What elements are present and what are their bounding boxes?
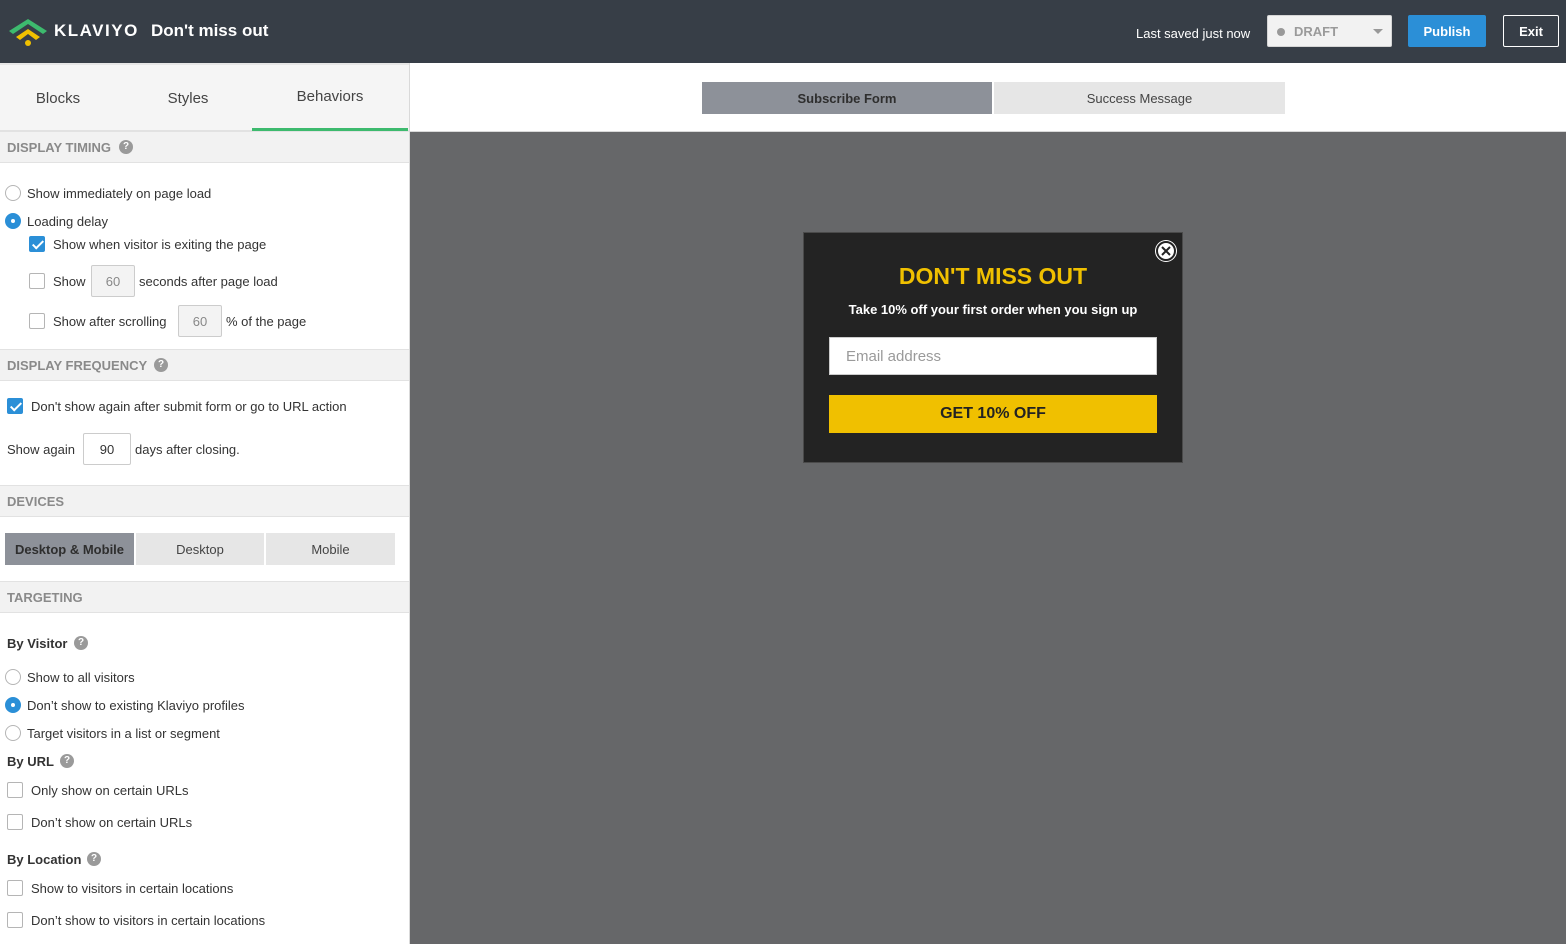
exclude-urls-checkbox[interactable] <box>7 814 23 830</box>
popup-subtitle[interactable]: Take 10% off your first order when you s… <box>804 302 1182 317</box>
by-visitor-heading: By Visitor <box>7 636 68 651</box>
only-urls-label: Only show on certain URLs <box>31 783 189 798</box>
show-again-label: Show again <box>7 442 75 457</box>
devices-header: DEVICES <box>0 485 409 517</box>
device-desktop[interactable]: Desktop <box>136 533 264 565</box>
help-icon[interactable]: ? <box>154 358 168 372</box>
list-segment-radio[interactable] <box>5 725 21 741</box>
display-frequency-header: DISPLAY FREQUENCY ? <box>0 349 409 381</box>
klaviyo-logo-icon[interactable] <box>7 17 49 47</box>
editor-main: Subscribe Form Success Message DON'T MIS… <box>410 63 1566 944</box>
scroll-percent-input[interactable]: 60 <box>178 305 222 337</box>
exclude-urls-label: Don’t show on certain URLs <box>31 815 193 830</box>
tab-success-message[interactable]: Success Message <box>994 82 1285 114</box>
status-value: DRAFT <box>1294 24 1339 39</box>
publish-button[interactable]: Publish <box>1408 15 1486 47</box>
get-discount-button[interactable]: GET 10% OFF <box>829 395 1157 433</box>
tab-styles[interactable]: Styles <box>124 65 252 131</box>
help-icon[interactable]: ? <box>74 636 88 650</box>
seconds-delay-label: Show <box>53 274 86 289</box>
loading-delay-radio[interactable] <box>5 213 21 229</box>
device-desktop-mobile[interactable]: Desktop & Mobile <box>5 533 134 565</box>
help-icon[interactable]: ? <box>87 852 101 866</box>
scroll-suffix: % of the page <box>226 314 307 329</box>
show-immediately-label: Show immediately on page load <box>27 186 212 201</box>
status-dot-icon <box>1277 28 1285 36</box>
display-timing-heading: DISPLAY TIMING <box>7 140 112 155</box>
behaviors-sidebar: Blocks Styles Behaviors DISPLAY TIMING ?… <box>0 63 410 944</box>
help-icon[interactable]: ? <box>119 140 133 154</box>
scroll-label: Show after scrolling <box>53 314 167 329</box>
email-field[interactable] <box>830 338 1156 374</box>
seconds-delay-checkbox[interactable] <box>29 273 45 289</box>
dont-show-again-label: Don't show again after submit form or go… <box>31 399 347 414</box>
caret-down-icon <box>1373 29 1383 34</box>
dont-show-again-checkbox[interactable] <box>7 398 23 414</box>
device-selector: Desktop & Mobile Desktop Mobile <box>5 533 395 565</box>
show-immediately-radio[interactable] <box>5 185 21 201</box>
show-again-suffix: days after closing. <box>135 442 240 457</box>
status-dropdown[interactable]: DRAFT <box>1267 15 1392 47</box>
form-view-tabs: Subscribe Form Success Message <box>410 63 1566 132</box>
close-icon[interactable] <box>1156 241 1176 261</box>
last-saved-status: Last saved just now <box>1136 26 1251 41</box>
exit-intent-checkbox[interactable] <box>29 236 45 252</box>
include-locations-label: Show to visitors in certain locations <box>31 881 234 896</box>
tab-behaviors[interactable]: Behaviors <box>252 65 408 131</box>
all-visitors-radio[interactable] <box>5 669 21 685</box>
devices-heading: DEVICES <box>7 494 65 509</box>
signup-popup: DON'T MISS OUT Take 10% off your first o… <box>803 232 1183 463</box>
display-frequency-heading: DISPLAY FREQUENCY <box>7 358 148 373</box>
tab-blocks[interactable]: Blocks <box>0 65 116 131</box>
targeting-header: TARGETING <box>0 581 409 613</box>
only-urls-checkbox[interactable] <box>7 782 23 798</box>
seconds-delay-suffix: seconds after page load <box>139 274 278 289</box>
list-segment-label: Target visitors in a list or segment <box>27 726 220 741</box>
help-icon[interactable]: ? <box>60 754 74 768</box>
exclude-profiles-label: Don’t show to existing Klaviyo profiles <box>27 698 245 713</box>
include-locations-checkbox[interactable] <box>7 880 23 896</box>
sidebar-tabs: Blocks Styles Behaviors <box>0 63 409 131</box>
exclude-locations-checkbox[interactable] <box>7 912 23 928</box>
email-field-wrapper <box>829 337 1157 375</box>
exit-button[interactable]: Exit <box>1503 15 1559 47</box>
by-url-heading: By URL <box>7 754 54 769</box>
tab-subscribe-form[interactable]: Subscribe Form <box>702 82 992 114</box>
show-again-days-input[interactable]: 90 <box>83 433 131 465</box>
loading-delay-label: Loading delay <box>27 214 108 229</box>
popup-title[interactable]: DON'T MISS OUT <box>804 263 1182 290</box>
exclude-locations-label: Don’t show to visitors in certain locati… <box>31 913 266 928</box>
all-visitors-label: Show to all visitors <box>27 670 135 685</box>
display-timing-header: DISPLAY TIMING ? <box>0 131 409 163</box>
by-location-heading: By Location <box>7 852 82 867</box>
document-title[interactable]: Don't miss out <box>151 21 268 41</box>
seconds-delay-input[interactable]: 60 <box>91 265 135 297</box>
exclude-profiles-radio[interactable] <box>5 697 21 713</box>
preview-canvas: DON'T MISS OUT Take 10% off your first o… <box>410 132 1566 944</box>
brand-name: KLAVIYO <box>54 21 139 40</box>
top-bar: KLAVIYO Don't miss out Last saved just n… <box>0 0 1566 63</box>
exit-intent-label: Show when visitor is exiting the page <box>53 237 267 252</box>
targeting-heading: TARGETING <box>7 590 83 605</box>
scroll-checkbox[interactable] <box>29 313 45 329</box>
device-mobile[interactable]: Mobile <box>266 533 395 565</box>
